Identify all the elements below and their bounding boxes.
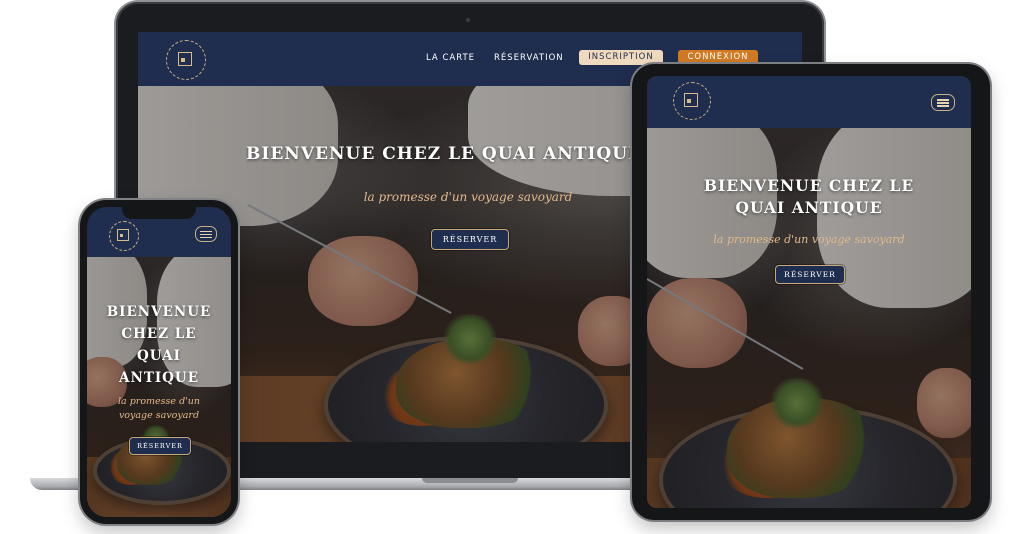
hero-title-line-1: BIENVENUE bbox=[106, 304, 212, 320]
hero-title-line-2: QUAI ANTIQUE bbox=[735, 198, 883, 217]
hero-subtitle: la promesse d'un voyage savoyard bbox=[713, 233, 905, 246]
reserve-button[interactable]: RÉSERVER bbox=[431, 229, 509, 250]
hamburger-icon[interactable] bbox=[931, 94, 955, 111]
hero-title-line-1: BIENVENUE CHEZ LE bbox=[703, 176, 915, 195]
hero-title-line-3: QUAI bbox=[137, 348, 181, 364]
hero-subtitle-line-2: voyage savoyard bbox=[118, 410, 200, 421]
reserve-button[interactable]: RÉSERVER bbox=[775, 265, 845, 284]
phone-screen: BIENVENUE CHEZ LE QUAI ANTIQUE la promes… bbox=[87, 207, 231, 517]
logo[interactable] bbox=[673, 82, 713, 122]
logo[interactable] bbox=[109, 221, 139, 251]
hero-subtitle-line-1: la promesse d'un bbox=[117, 396, 201, 407]
hero-subtitle: la promesse d'un voyage savoyard bbox=[87, 395, 231, 423]
hero-title: BIENVENUE CHEZ LE QUAI ANTIQUE bbox=[87, 301, 231, 389]
reserve-button[interactable]: RÉSERVER bbox=[129, 437, 191, 455]
nav-link-la-carte[interactable]: LA CARTE bbox=[426, 53, 475, 63]
signup-button[interactable]: INSCRIPTION bbox=[579, 50, 663, 65]
nav-link-reservation[interactable]: RÉSERVATION bbox=[494, 53, 564, 63]
phone-notch bbox=[122, 205, 196, 219]
login-button[interactable]: CONNEXION bbox=[678, 50, 758, 65]
hamburger-icon[interactable] bbox=[195, 226, 217, 242]
logo[interactable] bbox=[166, 40, 206, 80]
hero-title-line-4: ANTIQUE bbox=[119, 370, 199, 386]
tablet-screen: BIENVENUE CHEZ LE QUAI ANTIQUE la promes… bbox=[647, 76, 971, 508]
hero-title-line-2: CHEZ LE bbox=[121, 326, 197, 342]
hero-subtitle: la promesse d'un voyage savoyard bbox=[363, 190, 573, 204]
laptop-camera bbox=[466, 18, 470, 22]
laptop-hinge bbox=[422, 478, 518, 483]
hero-title: BIENVENUE CHEZ LE QUAI ANTIQUE bbox=[647, 175, 971, 219]
